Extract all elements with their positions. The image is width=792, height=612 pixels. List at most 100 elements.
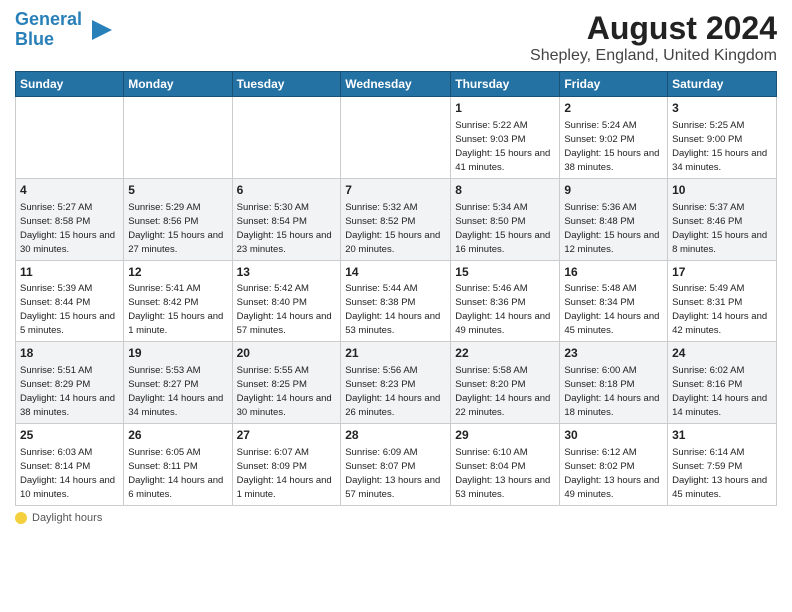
calendar-cell xyxy=(232,97,341,179)
day-number: 19 xyxy=(128,345,227,362)
day-number: 10 xyxy=(672,182,772,199)
day-info: Sunrise: 5:34 AM Sunset: 8:50 PM Dayligh… xyxy=(455,202,550,255)
day-number: 4 xyxy=(20,182,119,199)
day-number: 20 xyxy=(237,345,337,362)
day-info: Sunrise: 5:53 AM Sunset: 8:27 PM Dayligh… xyxy=(128,365,223,418)
day-info: Sunrise: 5:44 AM Sunset: 8:38 PM Dayligh… xyxy=(345,283,440,336)
calendar-header-row: SundayMondayTuesdayWednesdayThursdayFrid… xyxy=(16,72,777,97)
day-number: 2 xyxy=(564,100,663,117)
logo: GeneralBlue xyxy=(15,10,114,50)
day-number: 27 xyxy=(237,427,337,444)
day-number: 16 xyxy=(564,264,663,281)
calendar-cell: 22Sunrise: 5:58 AM Sunset: 8:20 PM Dayli… xyxy=(451,342,560,424)
day-info: Sunrise: 6:00 AM Sunset: 8:18 PM Dayligh… xyxy=(564,365,659,418)
title-block: August 2024 Shepley, England, United Kin… xyxy=(530,10,777,65)
day-number: 5 xyxy=(128,182,227,199)
calendar-cell: 4 Sunrise: 5:27 AM Sunset: 8:58 PM Daylig… xyxy=(16,178,124,260)
day-info: Sunrise: 5:58 AM Sunset: 8:20 PM Dayligh… xyxy=(455,365,550,418)
day-header-monday: Monday xyxy=(124,72,232,97)
day-info: Sunrise: 5:37 AM Sunset: 8:46 PM Dayligh… xyxy=(672,202,767,255)
day-info: Sunrise: 5:27 AM Sunset: 8:58 PM Dayligh… xyxy=(20,202,115,255)
day-info: Sunrise: 6:03 AM Sunset: 8:14 PM Dayligh… xyxy=(20,447,115,500)
logo-icon xyxy=(86,16,114,44)
day-number: 24 xyxy=(672,345,772,362)
calendar-cell: 5 Sunrise: 5:29 AM Sunset: 8:56 PM Daylig… xyxy=(124,178,232,260)
day-info: Sunrise: 5:46 AM Sunset: 8:36 PM Dayligh… xyxy=(455,283,550,336)
day-number: 3 xyxy=(672,100,772,117)
calendar-cell: 6Sunrise: 5:30 AM Sunset: 8:54 PM Daylig… xyxy=(232,178,341,260)
day-number: 21 xyxy=(345,345,446,362)
calendar-cell: 26Sunrise: 6:05 AM Sunset: 8:11 PM Dayli… xyxy=(124,424,232,506)
day-info: Sunrise: 5:48 AM Sunset: 8:34 PM Dayligh… xyxy=(564,283,659,336)
header: GeneralBlue August 2024 Shepley, England… xyxy=(15,10,777,65)
day-header-thursday: Thursday xyxy=(451,72,560,97)
day-info: Sunrise: 5:42 AM Sunset: 8:40 PM Dayligh… xyxy=(237,283,332,336)
day-number: 31 xyxy=(672,427,772,444)
day-info: Sunrise: 6:14 AM Sunset: 7:59 PM Dayligh… xyxy=(672,447,767,500)
day-info: Sunrise: 5:55 AM Sunset: 8:25 PM Dayligh… xyxy=(237,365,332,418)
calendar-cell: 23 Sunrise: 6:00 AM Sunset: 8:18 PM Dayli… xyxy=(560,342,668,424)
day-info: Sunrise: 5:51 AM Sunset: 8:29 PM Dayligh… xyxy=(20,365,115,418)
day-number: 14 xyxy=(345,264,446,281)
main-title: August 2024 xyxy=(530,10,777,47)
day-number: 11 xyxy=(20,264,119,281)
day-number: 30 xyxy=(564,427,663,444)
daylight-label: Daylight hours xyxy=(32,512,102,524)
day-info: Sunrise: 6:07 AM Sunset: 8:09 PM Dayligh… xyxy=(237,447,332,500)
calendar-cell: 2 Sunrise: 5:24 AM Sunset: 9:02 PM Daylig… xyxy=(560,97,668,179)
calendar-cell: 25Sunrise: 6:03 AM Sunset: 8:14 PM Dayli… xyxy=(16,424,124,506)
day-header-tuesday: Tuesday xyxy=(232,72,341,97)
calendar-cell: 19 Sunrise: 5:53 AM Sunset: 8:27 PM Dayli… xyxy=(124,342,232,424)
calendar-cell: 30 Sunrise: 6:12 AM Sunset: 8:02 PM Dayli… xyxy=(560,424,668,506)
daylight-legend: Daylight hours xyxy=(15,512,102,524)
calendar-week-2: 4 Sunrise: 5:27 AM Sunset: 8:58 PM Daylig… xyxy=(16,178,777,260)
day-number: 12 xyxy=(128,264,227,281)
calendar-cell: 1 Sunrise: 5:22 AM Sunset: 9:03 PM Daylig… xyxy=(451,97,560,179)
day-info: Sunrise: 5:56 AM Sunset: 8:23 PM Dayligh… xyxy=(345,365,440,418)
day-info: Sunrise: 5:49 AM Sunset: 8:31 PM Dayligh… xyxy=(672,283,767,336)
day-number: 23 xyxy=(564,345,663,362)
calendar-week-1: 1 Sunrise: 5:22 AM Sunset: 9:03 PM Daylig… xyxy=(16,97,777,179)
calendar-cell: 7 Sunrise: 5:32 AM Sunset: 8:52 PM Daylig… xyxy=(341,178,451,260)
calendar-cell: 13 Sunrise: 5:42 AM Sunset: 8:40 PM Dayli… xyxy=(232,260,341,342)
day-number: 8 xyxy=(455,182,555,199)
day-info: Sunrise: 5:25 AM Sunset: 9:00 PM Dayligh… xyxy=(672,120,767,173)
calendar-week-4: 18 Sunrise: 5:51 AM Sunset: 8:29 PM Dayli… xyxy=(16,342,777,424)
calendar-cell: 16 Sunrise: 5:48 AM Sunset: 8:34 PM Dayli… xyxy=(560,260,668,342)
day-number: 7 xyxy=(345,182,446,199)
day-info: Sunrise: 5:36 AM Sunset: 8:48 PM Dayligh… xyxy=(564,202,659,255)
day-info: Sunrise: 6:09 AM Sunset: 8:07 PM Dayligh… xyxy=(345,447,440,500)
day-info: Sunrise: 5:32 AM Sunset: 8:52 PM Dayligh… xyxy=(345,202,440,255)
day-number: 13 xyxy=(237,264,337,281)
calendar-cell: 3 Sunrise: 5:25 AM Sunset: 9:00 PM Daylig… xyxy=(668,97,777,179)
daylight-dot xyxy=(15,512,27,524)
day-info: Sunrise: 6:02 AM Sunset: 8:16 PM Dayligh… xyxy=(672,365,767,418)
day-header-wednesday: Wednesday xyxy=(341,72,451,97)
calendar-cell: 17Sunrise: 5:49 AM Sunset: 8:31 PM Dayli… xyxy=(668,260,777,342)
day-info: Sunrise: 6:12 AM Sunset: 8:02 PM Dayligh… xyxy=(564,447,659,500)
day-info: Sunrise: 5:30 AM Sunset: 8:54 PM Dayligh… xyxy=(237,202,332,255)
day-number: 15 xyxy=(455,264,555,281)
day-number: 26 xyxy=(128,427,227,444)
page: GeneralBlue August 2024 Shepley, England… xyxy=(0,0,792,612)
day-info: Sunrise: 5:29 AM Sunset: 8:56 PM Dayligh… xyxy=(128,202,223,255)
calendar-cell: 29 Sunrise: 6:10 AM Sunset: 8:04 PM Dayli… xyxy=(451,424,560,506)
day-info: Sunrise: 5:22 AM Sunset: 9:03 PM Dayligh… xyxy=(455,120,550,173)
day-number: 18 xyxy=(20,345,119,362)
logo-text: GeneralBlue xyxy=(15,10,82,50)
day-info: Sunrise: 5:41 AM Sunset: 8:42 PM Dayligh… xyxy=(128,283,223,336)
calendar-week-5: 25Sunrise: 6:03 AM Sunset: 8:14 PM Dayli… xyxy=(16,424,777,506)
calendar-cell: 20 Sunrise: 5:55 AM Sunset: 8:25 PM Dayli… xyxy=(232,342,341,424)
day-number: 29 xyxy=(455,427,555,444)
calendar-table: SundayMondayTuesdayWednesdayThursdayFrid… xyxy=(15,71,777,506)
calendar-cell: 18 Sunrise: 5:51 AM Sunset: 8:29 PM Dayli… xyxy=(16,342,124,424)
day-info: Sunrise: 5:39 AM Sunset: 8:44 PM Dayligh… xyxy=(20,283,115,336)
day-info: Sunrise: 6:10 AM Sunset: 8:04 PM Dayligh… xyxy=(455,447,550,500)
day-number: 1 xyxy=(455,100,555,117)
subtitle: Shepley, England, United Kingdom xyxy=(530,47,777,65)
calendar-cell: 28Sunrise: 6:09 AM Sunset: 8:07 PM Dayli… xyxy=(341,424,451,506)
calendar-cell: 27 Sunrise: 6:07 AM Sunset: 8:09 PM Dayli… xyxy=(232,424,341,506)
day-info: Sunrise: 5:24 AM Sunset: 9:02 PM Dayligh… xyxy=(564,120,659,173)
calendar-cell xyxy=(124,97,232,179)
calendar-cell: 31 Sunrise: 6:14 AM Sunset: 7:59 PM Dayli… xyxy=(668,424,777,506)
